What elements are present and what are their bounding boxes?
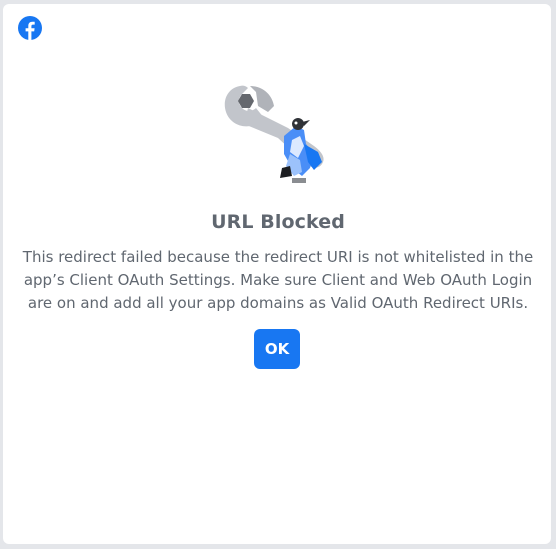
facebook-logo-icon	[18, 16, 42, 40]
wrench-bird-illustration	[224, 85, 324, 183]
ok-button[interactable]: OK	[254, 329, 300, 369]
dialog-message: This redirect failed because the redirec…	[22, 248, 534, 312]
dialog-title: URL Blocked	[211, 211, 345, 233]
